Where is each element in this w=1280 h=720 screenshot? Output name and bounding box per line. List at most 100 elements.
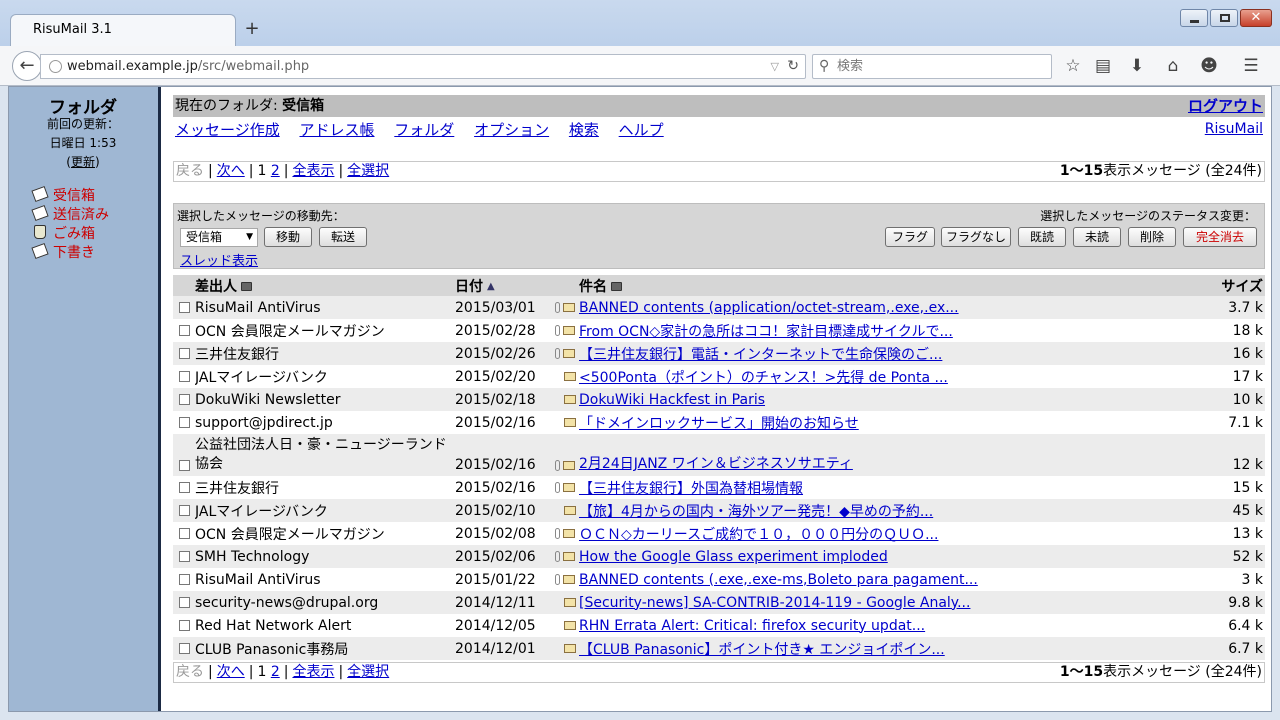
home-icon[interactable]: ⌂ (1162, 55, 1184, 77)
table-row[interactable]: 三井住友銀行 2015/02/16 【三井住友銀行】外国為替相場情報 15 k (173, 476, 1266, 499)
menu-search[interactable]: 検索 (569, 121, 599, 139)
subject-link[interactable]: [Security-news] SA-CONTRIB-2014-119 - Go… (579, 595, 970, 611)
move-target-select[interactable]: 受信箱 ▼ (180, 228, 258, 247)
chat-icon[interactable]: ☻ (1198, 55, 1220, 77)
subject-link[interactable]: 2月24日JANZ ワイン＆ビジネスソサエティ (579, 456, 853, 472)
unflag-button[interactable]: フラグなし (941, 227, 1011, 247)
menu-help[interactable]: ヘルプ (619, 121, 664, 139)
row-checkbox[interactable] (179, 551, 190, 562)
subject-link[interactable]: 【CLUB Panasonic】ポイント付き★ エンジョイポイン... (579, 642, 945, 658)
pager-show-all[interactable]: 全表示 (292, 664, 334, 680)
table-row[interactable]: JALマイレージバンク 2015/02/10 【旅】4月からの国内・海外ツアー発売！… (173, 499, 1266, 522)
subject-link[interactable]: 【三井住友銀行】外国為替相場情報 (579, 481, 803, 497)
mark-unread-button[interactable]: 未読 (1073, 227, 1121, 247)
subject-link[interactable]: <500Ponta（ポイント）のチャンス！>先得 de Ponta ... (579, 370, 948, 386)
row-checkbox[interactable] (179, 459, 190, 471)
brand-link[interactable]: RisuMail (1205, 121, 1263, 137)
table-row[interactable]: OCN 会員限定メールマガジン 2015/02/28 From OCN◇家計の急所は… (173, 319, 1266, 342)
menu-options[interactable]: オプション (474, 121, 549, 139)
flag-button[interactable]: フラグ (885, 227, 935, 247)
table-row[interactable]: RisuMail AntiVirus 2015/03/01 BANNED conte… (173, 296, 1266, 319)
browser-tab[interactable]: RisuMail 3.1 (10, 14, 236, 46)
attachment-icon (555, 482, 560, 493)
row-checkbox[interactable] (179, 394, 190, 405)
new-tab-button[interactable]: + (243, 20, 261, 40)
folder-inbox[interactable]: 受信箱 (31, 185, 109, 204)
subject-link[interactable]: BANNED contents (application/octet-strea… (579, 300, 959, 316)
maximize-button[interactable] (1210, 9, 1238, 27)
folder-drafts[interactable]: 下書き (31, 242, 109, 261)
row-checkbox[interactable] (179, 482, 190, 493)
row-checkbox[interactable] (179, 348, 190, 359)
subject-link[interactable]: BANNED contents (.exe,.exe-ms,Boleto par… (579, 572, 978, 588)
address-bar[interactable]: webmail.example.jp/src/webmail.php ▽ ↻ (40, 54, 806, 79)
subject-link[interactable]: 【旅】4月からの国内・海外ツアー発売！◆早めの予約... (579, 504, 933, 520)
pager-page-2[interactable]: 2 (271, 163, 280, 179)
column-header-from[interactable]: 差出人 (195, 275, 455, 296)
column-header-subject[interactable]: 件名 (579, 275, 1206, 296)
row-checkbox[interactable] (179, 325, 190, 336)
subject-link[interactable]: 【三井住友銀行】電話・インターネットで生命保険のご... (579, 347, 942, 363)
close-window-button[interactable]: ✕ (1240, 9, 1272, 27)
subject-link[interactable]: From OCN◇家計の急所はココ！家計目標達成サイクルで... (579, 324, 953, 340)
logout-link[interactable]: ログアウト (1188, 95, 1263, 117)
row-checkbox[interactable] (179, 417, 190, 428)
forward-button[interactable]: 転送 (319, 227, 367, 247)
table-row[interactable]: support@jpdirect.jp 2015/02/16 「ドメインロックサービ… (173, 411, 1266, 434)
subject-link[interactable]: ＯＣＮ◇カーリースご成約で１０，０００円分のＱＵＯ... (579, 527, 938, 543)
subject-link[interactable]: 「ドメインロックサービス」開始のお知らせ (579, 416, 859, 432)
menu-compose[interactable]: メッセージ作成 (175, 121, 280, 139)
table-row[interactable]: RisuMail AntiVirus 2015/01/22 BANNED conte… (173, 568, 1266, 591)
row-checkbox[interactable] (179, 528, 190, 539)
row-checkbox[interactable] (179, 643, 190, 654)
menu-folders[interactable]: フォルダ (394, 121, 454, 139)
pager-next[interactable]: 次へ (217, 163, 245, 179)
table-row[interactable]: CLUB Panasonic事務局 2014/12/01 【CLUB Panason… (173, 637, 1266, 660)
sort-ascending-icon[interactable]: ▲ (487, 281, 495, 292)
menu-icon[interactable]: ☰ (1240, 55, 1262, 77)
pager-next[interactable]: 次へ (217, 664, 245, 680)
sort-icon[interactable] (611, 282, 623, 291)
sort-icon[interactable] (241, 282, 252, 291)
subject-link[interactable]: RHN Errata Alert: Critical: firefox secu… (579, 618, 925, 634)
folder-trash[interactable]: ごみ箱 (31, 223, 109, 242)
table-row[interactable]: JALマイレージバンク 2015/02/20 <500Ponta（ポイント）のチャン… (173, 365, 1266, 388)
table-row[interactable]: security-news@drupal.org 2014/12/11 [Secur… (173, 591, 1266, 614)
browser-search-input[interactable]: ⚲ 検索 (812, 54, 1052, 79)
download-icon[interactable]: ⬇ (1126, 55, 1148, 77)
menu-addressbook[interactable]: アドレス帳 (299, 121, 374, 139)
pager-select-all[interactable]: 全選択 (347, 163, 389, 179)
refresh-link[interactable]: 更新 (71, 155, 95, 169)
table-row[interactable]: Red Hat Network Alert 2014/12/05 RHN Errat… (173, 614, 1266, 637)
row-size: 10 k (1205, 388, 1266, 411)
table-row[interactable]: OCN 会員限定メールマガジン 2015/02/08 ＯＣＮ◇カーリースご成約で１０… (173, 522, 1266, 545)
row-checkbox[interactable] (179, 302, 190, 313)
subject-link[interactable]: DokuWiki Hackfest in Paris (579, 392, 765, 408)
table-row[interactable]: 三井住友銀行 2015/02/26 【三井住友銀行】電話・インターネットで生命保険の… (173, 342, 1266, 365)
row-checkbox[interactable] (179, 620, 190, 631)
pager-select-all[interactable]: 全選択 (347, 664, 389, 680)
table-row[interactable]: DokuWiki Newsletter 2015/02/18 DokuWiki Ha… (173, 388, 1266, 411)
pager-show-all[interactable]: 全表示 (292, 163, 334, 179)
row-checkbox[interactable] (179, 574, 190, 585)
thread-view-link[interactable]: スレッド表示 (180, 250, 258, 269)
move-button[interactable]: 移動 (264, 227, 312, 247)
table-row[interactable]: SMH Technology 2015/02/06 How the Google G… (173, 545, 1266, 568)
reload-icon[interactable]: ↻ (787, 55, 799, 78)
pager-page-2[interactable]: 2 (271, 664, 280, 680)
back-button[interactable]: ← (12, 51, 42, 81)
bookmark-star-icon[interactable]: ☆ (1062, 55, 1084, 77)
delete-button[interactable]: 削除 (1128, 227, 1176, 247)
subject-link[interactable]: How the Google Glass experiment imploded (579, 549, 888, 565)
row-checkbox[interactable] (179, 597, 190, 608)
column-header-date[interactable]: 日付 ▲ (455, 275, 580, 296)
folder-sent[interactable]: 送信済み (31, 204, 109, 223)
row-checkbox[interactable] (179, 505, 190, 516)
reading-list-icon[interactable]: ▤ (1092, 55, 1114, 77)
expunge-button[interactable]: 完全消去 (1183, 227, 1257, 247)
row-checkbox[interactable] (179, 371, 190, 382)
table-row[interactable]: 公益社団法人日・豪・ニュージーランド協会 2015/02/16 2月24日JANZ … (173, 434, 1266, 476)
minimize-button[interactable] (1180, 9, 1208, 27)
url-dropdown-icon[interactable]: ▽ (771, 55, 779, 78)
mark-read-button[interactable]: 既読 (1018, 227, 1066, 247)
